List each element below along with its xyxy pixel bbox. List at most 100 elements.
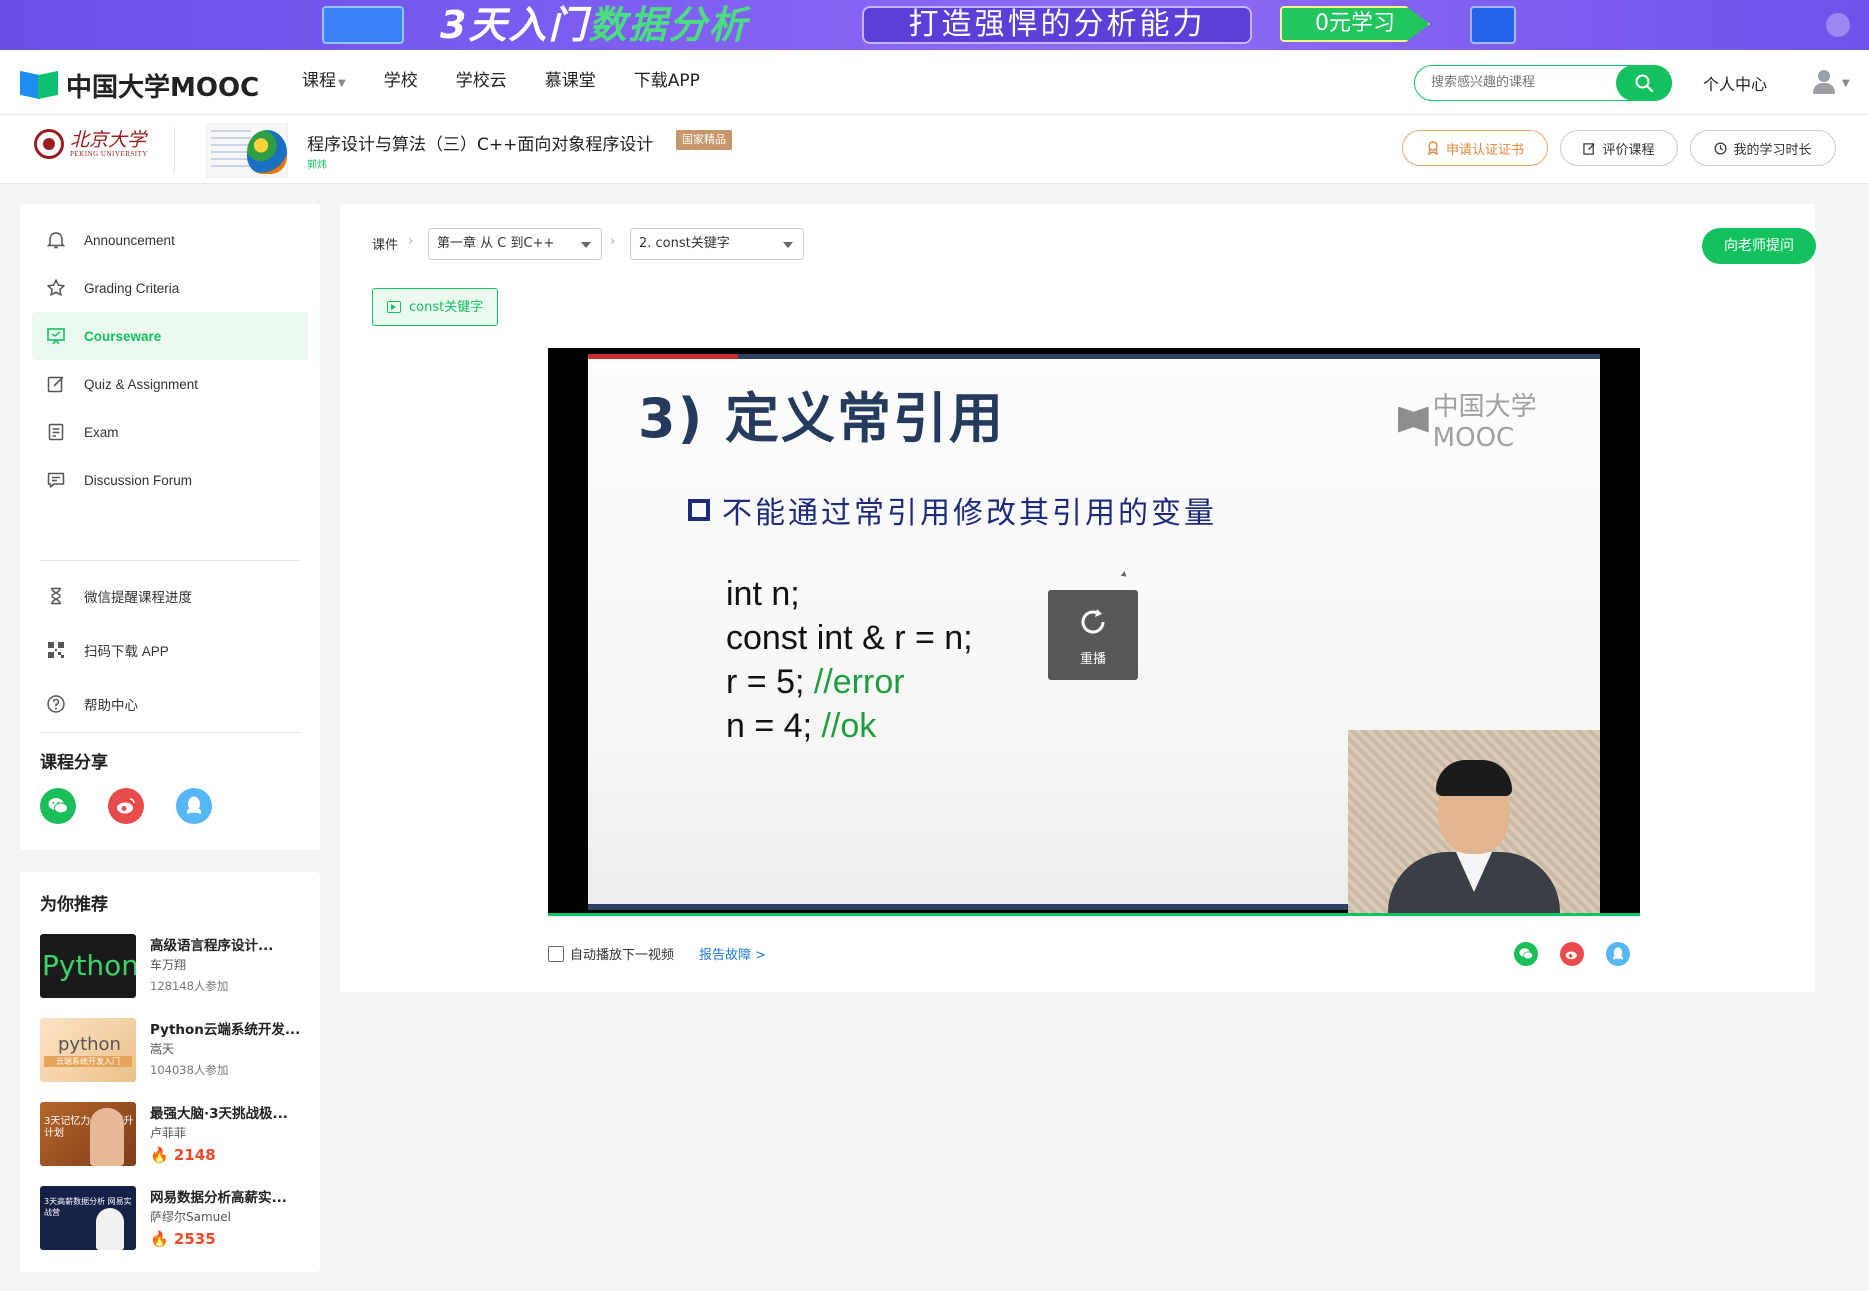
chapter-select[interactable]: 第一章 从 C 到C++: [428, 228, 602, 260]
sidebar-item-discussion-forum[interactable]: Discussion Forum: [32, 456, 308, 504]
forum-icon: [44, 468, 68, 492]
search-icon: [1635, 74, 1654, 92]
fire-icon: 🔥: [150, 1230, 169, 1248]
presentation-icon: [44, 324, 68, 348]
banner-chart-illustration: [1470, 6, 1516, 44]
nav-mooc-classroom[interactable]: 慕课堂: [545, 70, 596, 95]
recommend-item[interactable]: 3天记忆力 全面提升计划 最强大脑·3天挑战极... 卢菲菲 🔥 2148: [40, 1102, 310, 1174]
ad-banner[interactable]: 3天入门数据分析 打造强悍的分析能力 0元学习: [0, 0, 1869, 50]
sidebar-item-courseware[interactable]: Courseware: [32, 312, 308, 360]
recommend-cover: Python: [40, 934, 136, 998]
courseware-panel: 课件 › 第一章 从 C 到C++ › 2. const关键字 向老师提问 co…: [340, 204, 1816, 992]
sidebar-item-label: Announcement: [84, 232, 175, 248]
ask-teacher-button[interactable]: 向老师提问: [1702, 228, 1816, 264]
nav-school-cloud[interactable]: 学校云: [456, 70, 507, 95]
recommend-title: 为你推荐: [40, 895, 108, 915]
sidebar-item-quiz-assignment[interactable]: Quiz & Assignment: [32, 360, 308, 408]
sidebar-item-label: Discussion Forum: [84, 472, 193, 488]
autoplay-label: 自动播放下一视频: [570, 948, 675, 963]
evaluate-course-button[interactable]: 评价课程: [1560, 130, 1678, 166]
nav-courses[interactable]: 课程 ▼: [302, 70, 346, 95]
banner-close-icon[interactable]: [1826, 13, 1850, 37]
replay-label: 重播: [1079, 652, 1106, 667]
course-header: 北京大学 PEKING UNIVERSITY 程序设计与算法（三）C++面向对象…: [0, 115, 1869, 184]
recommend-item-author: 萨缪尔Samuel: [150, 1210, 231, 1224]
report-issue-link[interactable]: 报告故障 >: [699, 944, 766, 963]
clock-icon: [1714, 142, 1727, 154]
sidebar-item-wechat-reminder[interactable]: 微信提醒课程进度: [32, 572, 308, 620]
recommend-item-hot-count: 2535: [173, 1230, 216, 1248]
sidebar-item-help-center[interactable]: 帮助中心: [32, 680, 308, 728]
school-logo[interactable]: 北京大学 PEKING UNIVERSITY: [34, 129, 148, 159]
recommend-item-count: 104038人参加: [150, 1063, 229, 1077]
sidebar-item-label: Courseware: [84, 328, 162, 344]
search-button[interactable]: [1616, 64, 1672, 101]
replay-icon: [1081, 609, 1105, 634]
slide-heading: 3) 定义常引用: [638, 387, 1006, 450]
chevron-down-icon: [581, 242, 591, 248]
recommend-item-hot: 🔥 2535: [150, 1230, 216, 1248]
sidebar-item-grading-criteria[interactable]: Grading Criteria: [32, 264, 308, 312]
qq-share-icon[interactable]: [1606, 942, 1630, 966]
star-icon: [44, 276, 68, 300]
chapter-select-value: 第一章 从 C 到C++: [437, 236, 555, 251]
course-sidebar: Announcement Grading Criteria Courseware…: [20, 204, 320, 850]
chevron-right-icon: ›: [408, 234, 414, 249]
square-bullet-icon: [688, 499, 710, 521]
recommend-item-author: 卢菲菲: [150, 1126, 187, 1140]
code-line: const int & r = n;: [726, 619, 973, 657]
qrcode-icon: [44, 638, 68, 662]
user-avatar[interactable]: [1810, 68, 1838, 96]
personal-center-link[interactable]: 个人中心: [1703, 71, 1767, 95]
course-thumbnail[interactable]: [206, 123, 288, 178]
unit-tab-const-keyword[interactable]: const关键字: [372, 288, 499, 326]
autoplay-checkbox[interactable]: [548, 945, 564, 962]
top-navigation: 中国大学MOOC 课程▼ 学校 学校云 慕课堂 下载APP 个人中心 ▼: [0, 50, 1869, 115]
breadcrumb-courseware[interactable]: 课件: [372, 234, 398, 253]
weibo-share-icon[interactable]: [1560, 942, 1584, 966]
bell-icon: [44, 228, 68, 252]
replay-button[interactable]: 重播: [1048, 590, 1138, 680]
wechat-share-icon[interactable]: [1514, 942, 1538, 966]
chevron-down-icon: ▼: [338, 78, 346, 89]
site-logo[interactable]: 中国大学MOOC: [20, 67, 259, 104]
mooc-watermark-icon: [1398, 406, 1429, 433]
video-progress-bar[interactable]: [548, 913, 1640, 916]
header-divider: [174, 127, 175, 173]
lesson-select[interactable]: 2. const关键字: [630, 228, 804, 260]
code-line: n = 4; //ok: [726, 707, 877, 745]
course-share-icons: [40, 788, 212, 824]
avatar-chevron-down-icon[interactable]: ▼: [1842, 78, 1850, 89]
recommend-cover-title: python: [58, 1034, 121, 1055]
recommend-item-title: 网易数据分析高薪实...: [150, 1190, 287, 1206]
weibo-share-icon[interactable]: [108, 788, 144, 824]
sidebar-item-scan-download-app[interactable]: 扫码下载 APP: [32, 626, 308, 674]
edit-icon: [1583, 142, 1596, 155]
evaluate-course-label: 评价课程: [1602, 142, 1655, 158]
course-teacher[interactable]: 郭炜: [307, 156, 327, 171]
sidebar-item-exam[interactable]: Exam: [32, 408, 308, 456]
nav-download-app[interactable]: 下载APP: [634, 70, 700, 95]
banner-headline: 3天入门数据分析: [440, 3, 749, 47]
course-title: 程序设计与算法（三）C++面向对象程序设计: [307, 135, 654, 155]
sidebar-item-label: 微信提醒课程进度: [84, 590, 192, 605]
sidebar-divider: [40, 560, 300, 561]
search-input[interactable]: [1431, 74, 1601, 89]
sidebar-divider: [40, 732, 300, 733]
apply-certificate-button[interactable]: 申请认证证书: [1402, 130, 1548, 166]
qq-share-icon[interactable]: [176, 788, 212, 824]
chevron-down-icon: [783, 242, 793, 248]
main-nav: 课程 ▼ 学校 学校云 慕课堂 下载APP: [302, 70, 738, 95]
recommend-item[interactable]: Python 高级语言程序设计... 车万翔 128148人参加: [40, 934, 310, 1006]
sidebar-item-announcement[interactable]: Announcement: [32, 216, 308, 264]
recommend-item[interactable]: python 云端系统开发入门 Python云端系统开发... 嵩天 10403…: [40, 1018, 310, 1090]
wechat-share-icon[interactable]: [40, 788, 76, 824]
edit-icon: [44, 372, 68, 396]
recommend-item[interactable]: 3天高薪数据分析 网易实战营 网易数据分析高薪实... 萨缪尔Samuel 🔥 …: [40, 1186, 310, 1258]
nav-schools[interactable]: 学校: [384, 70, 418, 95]
autoplay-toggle[interactable]: 自动播放下一视频: [548, 944, 674, 963]
study-time-button[interactable]: 我的学习时长: [1690, 130, 1836, 166]
video-player[interactable]: 3) 定义常引用 中国大学MOOC 不能通过常引用修改其引用的变量 int n;…: [548, 348, 1640, 916]
banner-cta-button[interactable]: 0元学习: [1280, 6, 1430, 42]
recommend-item-hot-count: 2148: [173, 1146, 216, 1164]
